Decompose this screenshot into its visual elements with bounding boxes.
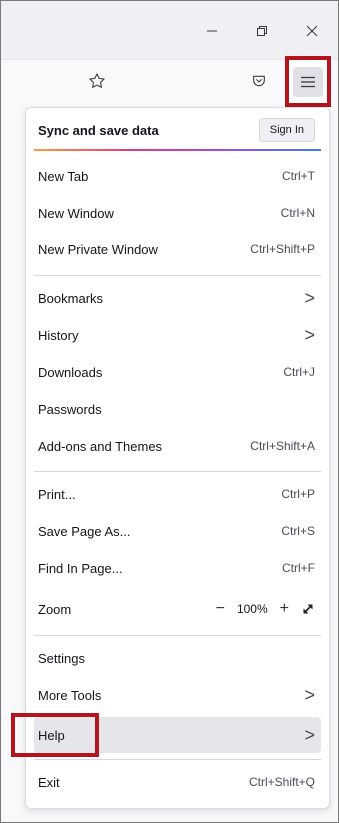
menu-item-label: Downloads (38, 364, 103, 380)
menu-item-label: New Tab (38, 168, 89, 184)
menu-separator (34, 471, 321, 472)
menu-item-find-in-page[interactable]: Find In Page... Ctrl+F (34, 551, 321, 585)
menu-item-label: New Private Window (38, 241, 158, 257)
menu-item-shortcut: Ctrl+J (283, 365, 315, 379)
chevron-right-icon: > (304, 725, 315, 745)
menu-item-label: Exit (38, 774, 60, 790)
menu-item-more-tools[interactable]: More Tools > (34, 678, 321, 712)
menu-item-label: Passwords (38, 401, 102, 417)
zoom-out-button[interactable]: − (216, 600, 225, 618)
menu-item-exit[interactable]: Exit Ctrl+Shift+Q (34, 765, 321, 799)
menu-item-new-tab[interactable]: New Tab Ctrl+T (34, 159, 321, 193)
menu-item-label: Find In Page... (38, 560, 123, 576)
browser-window: Sync and save data Sign In New Tab Ctrl+… (0, 0, 339, 823)
zoom-controls: − 100% + (216, 600, 315, 618)
menu-item-shortcut: Ctrl+N (280, 206, 315, 220)
menu-item-label: Save Page As... (38, 523, 131, 539)
fullscreen-icon[interactable] (301, 602, 315, 616)
sign-in-button[interactable]: Sign In (258, 118, 315, 142)
menu-item-new-private-window[interactable]: New Private Window Ctrl+Shift+P (34, 232, 321, 266)
menu-item-passwords[interactable]: Passwords (34, 392, 321, 426)
hamburger-menu-icon[interactable] (293, 66, 323, 97)
menu-item-shortcut: Ctrl+F (282, 561, 315, 575)
chevron-right-icon: > (304, 685, 315, 705)
close-icon[interactable] (298, 19, 326, 43)
restore-icon[interactable] (248, 19, 276, 43)
star-icon[interactable] (85, 69, 109, 93)
menu-button-highlight (285, 56, 331, 107)
sync-label: Sync and save data (38, 122, 159, 138)
menu-separator (34, 759, 321, 760)
menu-item-label: Add-ons and Themes (38, 438, 163, 454)
menu-item-downloads[interactable]: Downloads Ctrl+J (34, 355, 321, 389)
menu-item-bookmarks[interactable]: Bookmarks > (34, 281, 321, 315)
menu-item-label: More Tools (38, 687, 102, 703)
menu-separator (34, 275, 321, 276)
menu-item-label: History (38, 327, 79, 343)
menu-item-label: Bookmarks (38, 290, 104, 306)
title-bar (1, 1, 338, 59)
menu-item-shortcut: Ctrl+Shift+A (250, 439, 315, 453)
zoom-in-button[interactable]: + (280, 600, 289, 618)
chevron-right-icon: > (304, 325, 315, 345)
menu-item-shortcut: Ctrl+P (281, 487, 315, 501)
menu-item-history[interactable]: History > (34, 318, 321, 352)
menu-item-shortcut: Ctrl+Shift+Q (248, 775, 315, 789)
menu-item-shortcut: Ctrl+Shift+P (250, 242, 315, 256)
sync-row: Sync and save data Sign In (34, 113, 321, 147)
zoom-label: Zoom (38, 601, 72, 617)
menu-item-label: New Window (38, 205, 114, 221)
menu-item-print[interactable]: Print... Ctrl+P (34, 477, 321, 511)
menu-item-label: Print... (38, 486, 76, 502)
menu-item-settings[interactable]: Settings (34, 641, 321, 675)
menu-separator (34, 635, 321, 636)
pocket-icon[interactable] (247, 69, 271, 93)
minimize-icon[interactable] (198, 19, 226, 43)
help-highlight-box (11, 713, 99, 757)
menu-item-save-page-as[interactable]: Save Page As... Ctrl+S (34, 514, 321, 548)
app-menu-panel: Sync and save data Sign In New Tab Ctrl+… (25, 107, 330, 809)
zoom-level[interactable]: 100% (237, 602, 268, 616)
menu-item-label: Settings (38, 650, 85, 666)
menu-item-shortcut: Ctrl+T (282, 169, 315, 183)
zoom-row: Zoom − 100% + (34, 592, 321, 626)
menu-item-new-window[interactable]: New Window Ctrl+N (34, 196, 321, 230)
sync-gradient-divider (34, 149, 321, 151)
menu-item-addons-themes[interactable]: Add-ons and Themes Ctrl+Shift+A (34, 429, 321, 463)
menu-item-shortcut: Ctrl+S (281, 524, 315, 538)
chevron-right-icon: > (304, 288, 315, 308)
